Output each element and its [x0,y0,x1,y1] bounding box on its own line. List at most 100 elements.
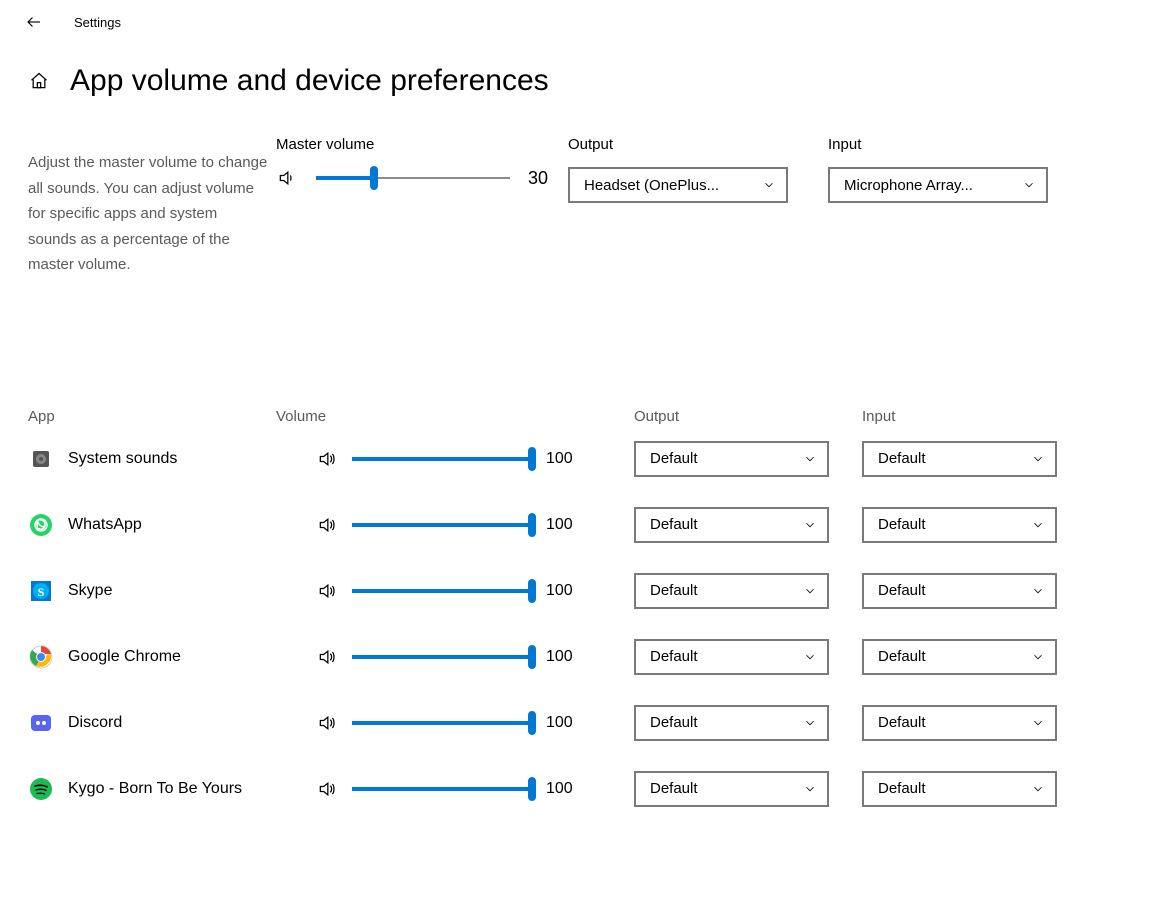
app-volume-slider[interactable] [352,581,532,601]
master-input-dropdown[interactable]: Microphone Array... [828,167,1048,203]
content: Adjust the master volume to change all s… [0,108,1151,807]
app-volume-value: 100 [546,780,586,798]
app-volume-cell: 100 [276,580,616,602]
master-output-dropdown[interactable]: Headset (OnePlus... [568,167,788,203]
discord-icon [28,710,54,736]
master-volume-row: 30 [276,167,568,189]
master-input-value: Microphone Array... [844,177,973,194]
app-name-cell: System sounds [28,446,258,472]
chevron-down-icon [1031,584,1045,598]
volume-icon[interactable] [316,778,338,800]
app-name-cell: WhatsApp [28,512,258,538]
volume-low-icon[interactable] [276,167,298,189]
topbar: Settings [0,0,1151,44]
volume-icon[interactable] [316,646,338,668]
skype-icon: S [28,578,54,604]
app-name-label: WhatsApp [68,516,142,534]
app-output-value: Default [650,780,698,797]
volume-icon[interactable] [316,514,338,536]
app-output-value: Default [650,516,698,533]
col-output-label: Output [634,408,844,425]
page-title: App volume and device preferences [70,64,549,98]
app-row: WhatsApp 100 Default Default [28,507,1123,543]
master-volume-slider[interactable] [316,168,510,188]
system-icon [28,446,54,472]
master-input-label: Input [828,136,1048,153]
home-icon[interactable] [28,70,50,92]
app-row: Google Chrome 100 Default Default [28,639,1123,675]
app-volume-value: 100 [546,714,586,732]
description-text: Adjust the master volume to change all s… [28,136,268,278]
app-row: Discord 100 Default Default [28,705,1123,741]
app-volume-cell: 100 [276,646,616,668]
app-output-value: Default [650,450,698,467]
app-input-dropdown[interactable]: Default [862,771,1057,807]
master-output-label: Output [568,136,808,153]
chevron-down-icon [803,518,817,532]
app-volume-cell: 100 [276,448,616,470]
chevron-down-icon [1022,178,1036,192]
volume-icon[interactable] [316,712,338,734]
chevron-down-icon [762,178,776,192]
app-list-header: App Volume Output Input [28,408,1123,425]
chevron-down-icon [803,452,817,466]
app-output-dropdown[interactable]: Default [634,771,829,807]
app-name-cell: Google Chrome [28,644,258,670]
app-input-dropdown[interactable]: Default [862,573,1057,609]
back-button[interactable] [24,12,44,32]
app-name-label: Google Chrome [68,648,181,666]
app-row: System sounds 100 Default Default [28,441,1123,477]
app-output-value: Default [650,648,698,665]
col-input-label: Input [862,408,1072,425]
volume-icon[interactable] [316,580,338,602]
col-volume-label: Volume [276,408,616,425]
app-volume-slider[interactable] [352,449,532,469]
app-volume-value: 100 [546,516,586,534]
topbar-title: Settings [74,15,121,30]
app-volume-cell: 100 [276,778,616,800]
app-input-dropdown[interactable]: Default [862,441,1057,477]
chevron-down-icon [803,716,817,730]
master-output-value: Headset (OnePlus... [584,177,719,194]
app-input-value: Default [878,714,926,731]
app-input-value: Default [878,516,926,533]
app-input-dropdown[interactable]: Default [862,639,1057,675]
app-row: Kygo - Born To Be Yours 100 Default Defa… [28,771,1123,807]
master-input-cell: Input Microphone Array... [808,136,1048,203]
chevron-down-icon [1031,716,1045,730]
app-volume-value: 100 [546,648,586,666]
page-header: App volume and device preferences [0,44,1151,108]
chevron-down-icon [803,650,817,664]
spotify-icon [28,776,54,802]
chrome-icon [28,644,54,670]
volume-icon[interactable] [316,448,338,470]
app-volume-value: 100 [546,582,586,600]
app-output-dropdown[interactable]: Default [634,639,829,675]
svg-text:S: S [38,585,45,599]
app-volume-slider[interactable] [352,515,532,535]
app-input-dropdown[interactable]: Default [862,507,1057,543]
app-volume-slider[interactable] [352,713,532,733]
app-output-dropdown[interactable]: Default [634,441,829,477]
col-app-label: App [28,408,258,425]
chevron-down-icon [1031,452,1045,466]
master-row: Adjust the master volume to change all s… [28,136,1123,278]
app-volume-slider[interactable] [352,647,532,667]
chevron-down-icon [1031,650,1045,664]
app-volume-slider[interactable] [352,779,532,799]
app-name-cell: Kygo - Born To Be Yours [28,776,258,802]
chevron-down-icon [803,584,817,598]
app-input-value: Default [878,648,926,665]
app-name-label: Kygo - Born To Be Yours [68,780,242,798]
app-name-cell: Discord [28,710,258,736]
app-output-dropdown[interactable]: Default [634,705,829,741]
app-volume-cell: 100 [276,712,616,734]
app-name-label: Discord [68,714,122,732]
app-output-dropdown[interactable]: Default [634,507,829,543]
whatsapp-icon [28,512,54,538]
chevron-down-icon [1031,518,1045,532]
app-input-dropdown[interactable]: Default [862,705,1057,741]
app-row: S Skype 100 Default Default [28,573,1123,609]
master-volume-value: 30 [528,168,568,189]
app-output-dropdown[interactable]: Default [634,573,829,609]
